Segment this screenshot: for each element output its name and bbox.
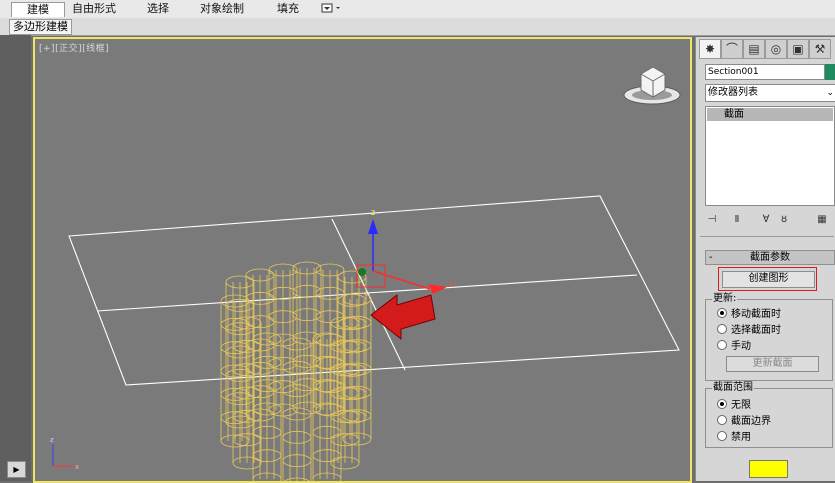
utilities-icon[interactable]: ⚒ [809, 39, 831, 59]
display-icon[interactable]: ▣ [787, 39, 809, 59]
radio-button [717, 399, 727, 409]
chevron-down-icon: ⌄ [826, 88, 834, 98]
section-extents-group: 截面范围 无限 截面边界 禁用 [705, 382, 833, 448]
tab-modeling[interactable]: 建模 [11, 2, 65, 17]
configure-modifier-sets-icon[interactable]: ▦ [815, 213, 829, 227]
hierarchy-icon[interactable]: ▤ [743, 39, 765, 59]
object-color-swatch[interactable] [825, 64, 835, 80]
tab-populate[interactable]: 填充 [270, 2, 306, 16]
viewcube-icon[interactable] [623, 66, 681, 105]
make-unique-icon[interactable]: ∀ [759, 213, 773, 227]
ribbon-tab-bar: 建模 自由形式 选择 对象绘制 填充 [0, 0, 835, 19]
modifier-list-label: 修改器列表 [708, 87, 758, 98]
radio-label: 手动 [731, 341, 751, 352]
radio-button [717, 308, 727, 318]
motion-icon[interactable]: ◎ [765, 39, 787, 59]
gizmo-x-label: x [449, 280, 454, 289]
radio-infinite[interactable]: 无限 [717, 399, 751, 412]
object-name-field[interactable]: Section001 [705, 64, 825, 80]
highlight-box [718, 267, 817, 291]
radio-button [717, 324, 727, 334]
radio-button [717, 415, 727, 425]
stack-item-section[interactable]: 截面 [707, 108, 833, 121]
radio-section-boundary[interactable]: 截面边界 [717, 415, 771, 428]
gizmo-z-label: z [371, 208, 375, 217]
collapse-icon: - [709, 252, 713, 263]
radio-on-section-select[interactable]: 选择截面时 [717, 324, 781, 337]
divider [700, 236, 834, 237]
update-group-title: 更新: [712, 293, 738, 305]
radio-manual[interactable]: 手动 [717, 340, 751, 353]
cylinder-cluster[interactable] [220, 261, 372, 481]
radio-label: 禁用 [731, 432, 751, 443]
modifier-stack[interactable]: 截面 [705, 106, 835, 206]
ribbon-panel: 多边形建模 [0, 18, 835, 36]
viewport-scene: z x z x [50, 66, 681, 481]
radio-on-section-move[interactable]: 移动截面时 [717, 308, 781, 321]
radio-button [717, 431, 727, 441]
tab-selection[interactable]: 选择 [140, 2, 176, 16]
transform-gizmo[interactable]: z x [356, 208, 454, 294]
modifier-list-dropdown[interactable]: 修改器列表 ⌄ [705, 84, 835, 102]
remove-modifier-icon[interactable]: ȣ [777, 213, 791, 227]
viewport-front-wireframe[interactable]: [+][正交][线框] z x z x [33, 37, 692, 483]
radio-label: 选择截面时 [731, 325, 781, 336]
axis-x-label: x [75, 463, 79, 471]
expand-arrow-button[interactable]: ▶ [7, 461, 26, 478]
tab-object-paint[interactable]: 对象绘制 [196, 2, 248, 16]
radio-label: 截面边界 [731, 416, 771, 427]
command-panel-tabs: ✸ ⌒ ▤ ◎ ▣ ⚒ [696, 37, 835, 59]
left-toolbar-strip [0, 35, 31, 481]
radio-button [717, 340, 727, 350]
stack-toolbar: ⊣ Ⅱ ∀ ȣ ▦ [705, 212, 833, 228]
radio-label: 无限 [731, 400, 751, 411]
tab-freeform[interactable]: 自由形式 [68, 2, 120, 16]
rollout-title: 截面参数 [750, 252, 790, 263]
red-arrow-annotation [370, 293, 436, 341]
ribbon-options-icon[interactable] [320, 2, 344, 16]
modify-icon[interactable]: ⌒ [721, 39, 743, 59]
axis-z-label: z [50, 436, 54, 444]
update-group: 更新: 移动截面时 选择截面时 手动 更新截面 [705, 293, 833, 381]
radio-off[interactable]: 禁用 [717, 431, 751, 444]
show-end-result-icon[interactable]: Ⅱ [730, 213, 744, 227]
subtab-polygon-modeling[interactable]: 多边形建模 [9, 19, 72, 35]
radio-label: 移动截面时 [731, 309, 781, 320]
section-extents-title: 截面范围 [712, 382, 754, 394]
cylinder[interactable] [220, 294, 250, 448]
rollout-section-parameters[interactable]: - 截面参数 [705, 250, 835, 265]
axis-tripod-icon: z x [50, 436, 79, 471]
command-panel: ✸ ⌒ ▤ ◎ ▣ ⚒ Section001 修改器列表 ⌄ 截面 ⊣ Ⅱ ∀ … [695, 37, 835, 481]
section-color-swatch[interactable] [749, 460, 788, 478]
update-section-button[interactable]: 更新截面 [726, 356, 819, 372]
pin-stack-icon[interactable]: ⊣ [705, 213, 719, 227]
create-icon[interactable]: ✸ [699, 39, 721, 59]
